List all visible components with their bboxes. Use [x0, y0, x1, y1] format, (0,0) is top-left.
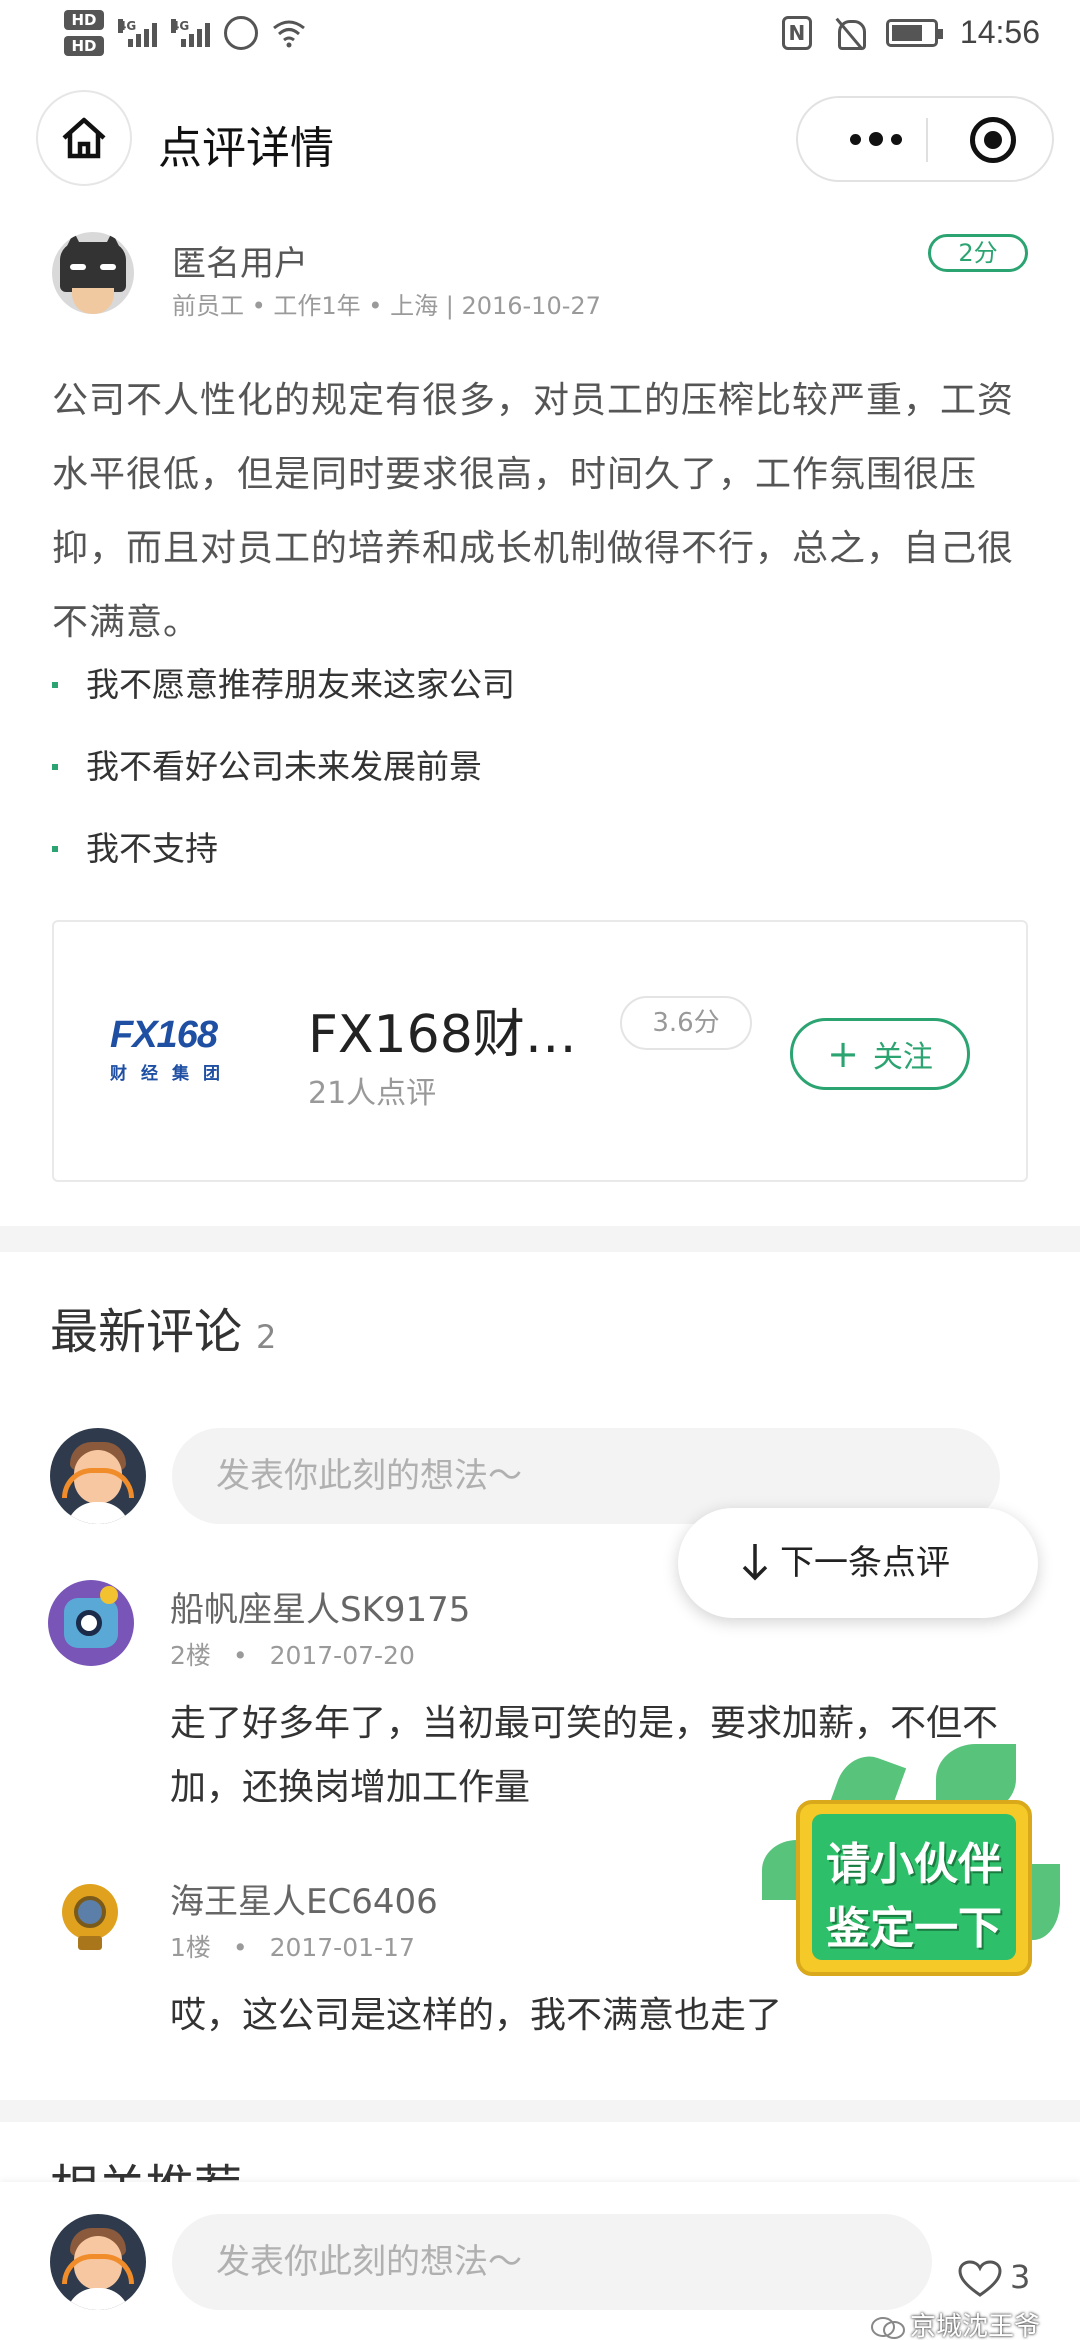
arrow-down-icon — [742, 1544, 768, 1581]
nav-bar: 点评详情 — [0, 90, 1080, 190]
identify-sticker-button[interactable]: 请小伙伴 鉴定一下 — [756, 1744, 1066, 1984]
robot-eye-icon — [76, 1610, 102, 1636]
capsule-divider — [926, 118, 928, 162]
review-score-badge: 2分 — [928, 234, 1028, 272]
wifi-icon — [273, 20, 305, 48]
reviewer-avatar — [52, 232, 134, 314]
next-review-label: 下一条点评 — [780, 1543, 950, 1583]
page-title: 点评详情 — [158, 123, 334, 174]
hd-badge-1: HD — [64, 10, 104, 30]
review-points: 我不愿意推荐朋友来这家公司 我不看好公司未来发展前景 我不支持 — [52, 658, 952, 904]
reviewer-name: 匿名用户 — [172, 244, 308, 284]
company-review-count: 21人点评 — [308, 1076, 437, 1111]
close-miniprogram-button[interactable] — [970, 117, 1016, 163]
home-icon — [62, 117, 106, 159]
company-logo: FX168 财经集团 — [110, 1014, 256, 1084]
comments-title: 最新评论 2 — [50, 1292, 276, 1362]
wechat-icon — [871, 2317, 905, 2339]
bottom-comment-input[interactable]: 发表你此刻的想法～ — [172, 2214, 932, 2310]
battery-icon — [885, 18, 943, 47]
review-point: 我不愿意推荐朋友来这家公司 — [52, 658, 952, 740]
comment-floor: 1楼 — [170, 1933, 211, 1962]
hd-indicators: HD HD — [64, 10, 104, 56]
signal-icon-1: 4G — [118, 19, 157, 47]
review-point: 我不支持 — [52, 822, 952, 904]
comment-date: 2017-01-17 — [269, 1933, 415, 1962]
bottom-bar: 发表你此刻的想法～ 3 京城沈王爷 — [0, 2182, 1080, 2340]
company-score-badge: 3.6分 — [620, 996, 752, 1050]
like-count: 3 — [1010, 2258, 1031, 2296]
comment-text: 哎，这公司是这样的，我不满意也走了 — [170, 1995, 783, 2036]
review-body: 公司不人性化的规定有很多，对员工的压榨比较严重，工资水平很低，但是同时要求很高，… — [52, 380, 1015, 643]
more-dot-icon — [891, 133, 902, 145]
follow-label: 关注 — [872, 1040, 933, 1075]
current-user-avatar — [50, 2214, 146, 2310]
hd-badge-2: HD — [64, 36, 104, 56]
headphones-icon — [62, 1468, 134, 1498]
watermark-text: 京城沈王爷 — [910, 2312, 1041, 2340]
company-name: FX168财… — [308, 1005, 577, 1065]
commenter-avatar — [52, 1876, 128, 1952]
review-point: 我不看好公司未来发展前景 — [52, 740, 952, 822]
headphones-icon — [62, 2254, 134, 2284]
commenter-avatar — [48, 1580, 134, 1666]
next-review-button[interactable]: 下一条点评 — [678, 1508, 1038, 1618]
company-logo-text: FX168 — [110, 1014, 218, 1056]
network-label-2: 4G — [171, 19, 190, 33]
mute-icon — [834, 16, 866, 50]
commenter-name: 海王星人EC6406 — [170, 1882, 438, 1922]
comments-count: 2 — [256, 1318, 277, 1356]
home-button[interactable] — [36, 90, 132, 186]
whatsapp-icon — [224, 16, 258, 50]
more-button[interactable] — [836, 98, 916, 180]
more-dot-icon — [869, 132, 883, 146]
section-divider — [0, 2100, 1080, 2122]
nfc-icon: N — [781, 15, 812, 50]
status-left: HD HD 4G 4G — [64, 10, 306, 56]
like-button[interactable]: 3 — [958, 2256, 1038, 2300]
network-label-1: 4G — [118, 19, 137, 33]
sticker-line-1: 请小伙伴 — [826, 1839, 1002, 1890]
follow-button[interactable]: + 关注 — [790, 1018, 970, 1090]
reviewer-meta: 前员工 • 工作1年 • 上海 | 2016-10-27 — [172, 292, 601, 320]
comment-meta: 2楼 • 2017-07-20 — [170, 1641, 415, 1670]
plus-icon: + — [827, 1032, 859, 1076]
section-divider — [0, 1226, 1080, 1252]
company-logo-subtext: 财经集团 — [110, 1064, 234, 1084]
mini-program-capsule — [796, 96, 1054, 182]
status-bar: HD HD 4G 4G N 14:56 — [0, 0, 1080, 76]
status-time: 14:56 — [959, 14, 1040, 50]
more-dot-icon — [850, 133, 861, 145]
commenter-name: 船帆座星人SK9175 — [170, 1590, 471, 1630]
status-right: N 14:56 — [781, 14, 1040, 51]
comment-floor: 2楼 — [170, 1641, 211, 1670]
company-card[interactable]: FX168 财经集团 FX168财… 3.6分 21人点评 + 关注 — [52, 920, 1028, 1182]
comments-title-text: 最新评论 — [50, 1304, 243, 1360]
sticker-line-2: 鉴定一下 — [826, 1903, 1002, 1954]
heart-icon — [958, 2260, 1002, 2297]
sticker-board: 请小伙伴 鉴定一下 — [796, 1800, 1032, 1976]
diving-helmet-icon — [74, 1896, 106, 1928]
comment-date: 2017-07-20 — [269, 1641, 415, 1670]
comment-meta: 1楼 • 2017-01-17 — [170, 1933, 415, 1962]
signal-icon-2: 4G — [171, 19, 210, 47]
current-user-avatar — [50, 1428, 146, 1524]
